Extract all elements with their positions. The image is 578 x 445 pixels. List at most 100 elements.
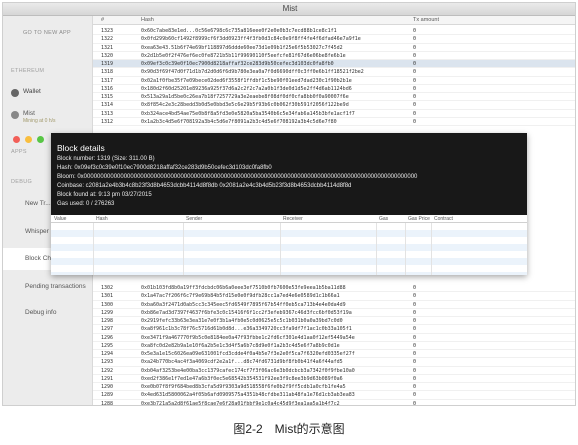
tx-amount-cell: 0	[413, 110, 417, 117]
block-number-cell: 1294	[101, 351, 114, 357]
tx-col-divider	[183, 223, 184, 275]
sidebar-item-label: Mist	[23, 110, 35, 117]
tx-amount-cell: 0	[413, 102, 417, 109]
table-row[interactable]: 1299 0xb86e7ad3d7397f4637f6bfe3c0c15416f6…	[93, 309, 575, 317]
tx-amount-cell: 0	[413, 367, 417, 374]
table-row[interactable]: 1301 0x1a47ac7f206f6c7f9e69b84b5fd15e0e0f…	[93, 292, 575, 301]
close-button[interactable]	[13, 136, 20, 143]
block-hash-cell: 0xa8f961c1b3c78f76c5716d61b0d8d...e36a33…	[141, 326, 352, 333]
sidebar-item-wallet[interactable]: Wallet	[3, 88, 93, 97]
tx-amount-cell: 0	[413, 285, 417, 291]
modal-title: Block details	[57, 143, 105, 153]
wallet-icon	[11, 89, 19, 97]
table-row[interactable]: 1296 0xe3471f9a467770f9b5c0e8184ee0a47f93…	[93, 334, 575, 342]
table-row[interactable]: 1293 0xa24b770bc4ac4f3a4069cdf2e2a1f...d8…	[93, 358, 575, 367]
block-number-cell: 1321	[101, 44, 114, 51]
table-row[interactable]: 1289 0x4ed631d5800062a4f05b6afd0909575a43…	[93, 391, 575, 400]
sidebar-section-apps: APPS	[11, 149, 27, 155]
block-hash-cell: 0xa24b770bc4ac4f3a4069cdf2e2a1f...d8c74f…	[141, 359, 343, 366]
table-row[interactable]: 1297 0xa8f961c1b3c78f76c5716d61b0d8d...e3…	[93, 325, 575, 334]
tx-amount-cell: 0	[413, 36, 417, 43]
block-hash-cell: 0x4ed631d5800062a4f05b6afd0909575a4351b4…	[141, 392, 355, 399]
maximize-button[interactable]	[37, 136, 44, 143]
block-hash-cell: 0x2d1b5e0f2f476ef6ec0fe8721b5b11f9969011…	[141, 52, 346, 59]
table-row[interactable]: 1315 0x513a29a1d5be0c26ea7b18f7257729a3e2…	[93, 93, 575, 102]
block-number-cell: 1290	[101, 384, 114, 390]
figure-caption: 图2-2 Mist的示意图	[233, 422, 345, 436]
table-row[interactable]: 1319 0x09ef3c0c39e0f10ec7900d8218affaf32c…	[93, 60, 575, 69]
table-row[interactable]: 1292 0xb04af3253be4e00ba3cc1379cafec174cf…	[93, 367, 575, 375]
table-row[interactable]: 1312 0x1a2b3c4d5e6f708192a3b4c5d6e7f8091a…	[93, 118, 575, 126]
sidebar-item-debug-info[interactable]: Debug info	[3, 302, 93, 324]
block-hash-cell: 0x1a2b3c4d5e6f708192a3b4c5d6e7f8091a2b3c…	[141, 118, 337, 125]
table-row[interactable]: 1295 0xa8fc0d2e82b9a1e10f6a2b5e1c3d4f5a6b…	[93, 342, 575, 350]
tx-amount-cell: 0	[413, 342, 417, 349]
block-hash-cell: 0x01b103fd8b0a19ff3fdcbdc06b6a0eee3ef751…	[141, 285, 346, 291]
block-number-cell: 1319	[101, 61, 114, 67]
col-amount-header: Tx amount	[413, 17, 439, 23]
tx-amount-cell: 0	[413, 384, 417, 390]
table-row[interactable]: 1321 0xea63e43.51b6f74e69bf118897d6ddde60…	[93, 44, 575, 52]
tx-col-contract: Contract	[434, 216, 453, 222]
goto-new-app-link[interactable]: GO TO NEW APP	[9, 30, 85, 36]
block-hash-cell: 0x180d2f60d25201e89236a925f37d6a2c2f2c7a…	[141, 85, 352, 92]
table-row[interactable]: 1318 0x90d3f69f47d0f71d1b7d2d0d6f6d9b780e…	[93, 68, 575, 77]
tx-amount-cell: 0	[413, 61, 417, 67]
block-coinbase: Coinbase: c2081a2e4b3b4c8b23f3d8b4653dcb…	[57, 183, 352, 189]
block-number-cell: 1314	[101, 102, 114, 109]
tx-col-divider	[93, 223, 94, 275]
table-row[interactable]: 1314 0x8f854c2e3c28bedd3b0d5e0bbd3e5c6e29…	[93, 101, 575, 110]
table-row[interactable]: 1291 0xed2f386e1f7ed1e47a6b3f0ec5e68542b3…	[93, 375, 575, 383]
block-number-cell: 1312	[101, 118, 114, 125]
tx-col-divider	[280, 223, 281, 275]
table-row[interactable]: 1313 0xb324ace4bd54ae75e0b8f8a5fd3e0e5820…	[93, 110, 575, 118]
mining-status: Mining at 0 h/s	[23, 118, 56, 124]
tx-amount-cell: 0	[413, 392, 417, 399]
block-number-cell: 1323	[101, 28, 114, 34]
sidebar-item-pending-transactions[interactable]: Pending transactions	[3, 276, 93, 298]
minimize-button[interactable]	[25, 136, 32, 143]
tx-col-gas-price: Gas Price	[408, 216, 430, 222]
table-row[interactable]: 1302 0x01b103fd8b0a19ff3fdcbdc06b6a0eee3e…	[93, 284, 575, 293]
table-row[interactable]: 1320 0x2d1b5e0f2f476ef6ec0fe8721b5b11f996…	[93, 52, 575, 60]
block-number-cell: 1295	[101, 342, 114, 349]
block-hash-cell: 0x02a1f0fbe35f7e09bece02ded6f3558f1ffdbf…	[141, 77, 352, 84]
block-hash-cell: 0xb04af3253be4e00ba3cc1379cafec174cf7f3f…	[141, 367, 355, 374]
block-gas-used: Gas used: 0 / 276263	[57, 201, 115, 207]
table-row[interactable]: 1294 0x5e3a1e15c6026ea09e631001fcd3cdde4f…	[93, 350, 575, 359]
block-hash-cell: 0xed2f386e1f7ed1e47a6b3f0ec5e68542b35453…	[141, 375, 343, 382]
block-hash-cell: 0x1a47ac7f206f6c7f9e69b84b5fd15e0e0f9dfb…	[141, 293, 340, 300]
col-hash-header: Hash	[141, 17, 154, 23]
tx-col-divider	[376, 223, 377, 275]
tx-amount-cell: 0	[413, 375, 417, 382]
tx-amount-cell: 0	[413, 359, 417, 366]
block-number-cell: 1289	[101, 392, 114, 399]
block-found-at: Block found at: 9:13 pm 03/27/2015	[57, 192, 152, 198]
tx-col-value: Value	[54, 216, 67, 222]
block-number-cell: 1288	[101, 400, 114, 406]
block-hash-cell: 0x60c7abe83e1ed...0c56e6798c6c735a816eee…	[141, 28, 337, 34]
table-header: # Hash Tx amount	[93, 16, 575, 25]
tx-col-gas: Gas	[379, 216, 389, 222]
block-number-cell: 1293	[101, 359, 114, 366]
block-number-cell: 1299	[101, 309, 114, 316]
block-hash-cell: 0x8f854c2e3c28bedd3b0d5e0bbd3e5c6e29b5f9…	[141, 102, 349, 109]
table-row[interactable]: 1323 0x60c7abe83e1ed...0c56e6798c6c735a81…	[93, 27, 575, 36]
table-row[interactable]: 1300 0xba60a3f2471d0ab5cc3c345eec5fd6549f…	[93, 301, 575, 309]
table-row[interactable]: 1298 0x2919fefc33b63e3ea31e7e0f3b1a4fb0e5…	[93, 317, 575, 326]
sidebar-item-mist[interactable]: Mist Mining at 0 h/s	[3, 110, 93, 124]
block-number-cell: 1315	[101, 94, 114, 100]
table-row[interactable]: 1322 0x0fd299b60cf1492f8999cf6f3dd0923ff4…	[93, 35, 575, 44]
table-row[interactable]: 1290 0xe0b07f8f9f684bed8b3cfa5d9f9303a9d5…	[93, 383, 575, 392]
block-hash-cell: 0x5e3a1e15c6026ea09e631001fcd3cdde4f0a4b…	[141, 351, 355, 357]
tx-amount-cell: 0	[413, 44, 417, 51]
block-details-modal: Block details Block number: 1319 (Size: …	[51, 133, 527, 275]
tx-amount-cell: 0	[413, 400, 417, 406]
block-hash: Hash: 0x09ef3c0c39e0f10ec7900d8218affaf3…	[57, 165, 272, 171]
table-row[interactable]: 1316 0x180d2f60d25201e89236a925f37d6a2c2f…	[93, 85, 575, 93]
table-row[interactable]: 1288 0xe3b721a5a2d8f61ae5f8cae7e6f28a01fb…	[93, 400, 575, 406]
window-title: Mist	[282, 4, 298, 13]
tx-amount-cell: 0	[413, 118, 417, 125]
block-number-cell: 1301	[101, 293, 114, 300]
table-row[interactable]: 1317 0x02a1f0fbe35f7e09bece02ded6f3558f1f…	[93, 77, 575, 85]
